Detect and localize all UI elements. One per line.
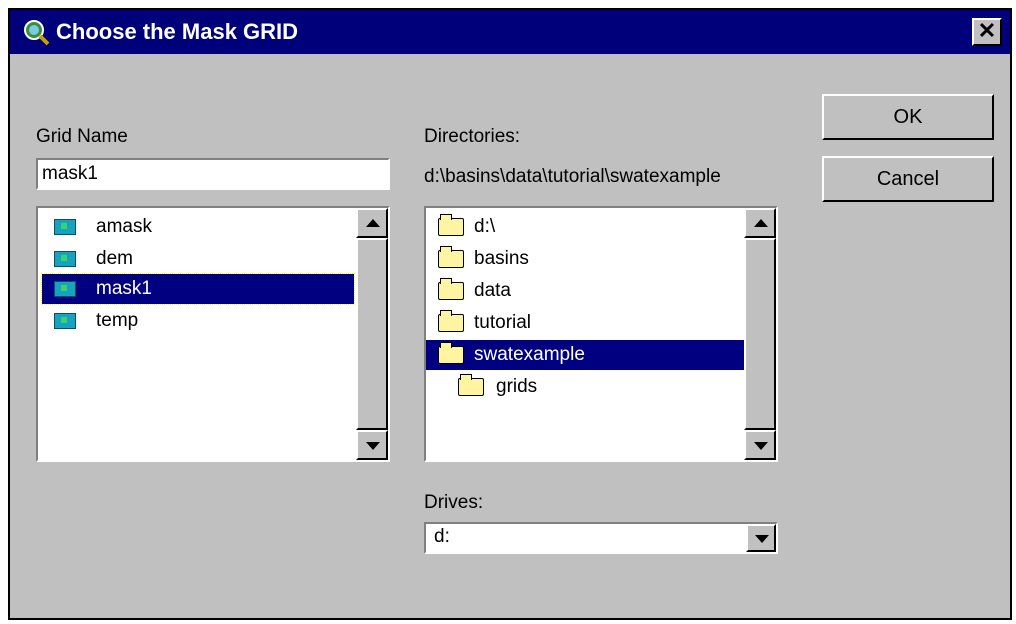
arrow-down-icon xyxy=(754,442,768,450)
dropdown-button[interactable] xyxy=(746,524,776,552)
scroll-up-button[interactable] xyxy=(356,208,388,238)
directory-list-scrollbar[interactable] xyxy=(744,208,776,460)
directory-list-items: d:\ basins data tutorial swatexample gri… xyxy=(426,208,746,460)
scroll-down-button[interactable] xyxy=(356,430,388,460)
grid-item-label: mask1 xyxy=(96,278,152,299)
drives-label: Drives: xyxy=(424,492,484,513)
current-path: d:\basins\data\tutorial\swatexample xyxy=(424,166,721,187)
directory-label: swatexample xyxy=(474,344,585,365)
grid-item-label: amask xyxy=(96,216,152,237)
list-item[interactable]: amask xyxy=(48,212,348,242)
grid-icon xyxy=(54,313,76,329)
cancel-button[interactable]: Cancel xyxy=(822,156,994,202)
grid-list-items: amask dem mask1 temp xyxy=(38,208,356,460)
open-folder-icon xyxy=(438,278,464,300)
close-button[interactable]: ✕ xyxy=(972,18,1002,46)
grid-list[interactable]: amask dem mask1 temp xyxy=(36,206,390,462)
grid-name-value: mask1 xyxy=(42,163,98,184)
choose-mask-grid-dialog: Choose the Mask GRID ✕ Grid Name mask1 a… xyxy=(8,8,1012,620)
open-folder-icon xyxy=(438,246,464,268)
directory-label: tutorial xyxy=(474,312,532,333)
grid-item-label: temp xyxy=(96,310,139,331)
scroll-track[interactable] xyxy=(744,238,776,430)
scroll-track[interactable] xyxy=(356,238,388,430)
arrow-up-icon xyxy=(366,219,380,227)
open-folder-icon xyxy=(438,310,464,332)
grid-name-label: Grid Name xyxy=(36,126,128,147)
list-item[interactable]: temp xyxy=(48,306,348,336)
open-folder-icon xyxy=(438,342,464,364)
directory-label: d:\ xyxy=(474,216,496,237)
dialog-title: Choose the Mask GRID xyxy=(56,19,299,44)
closed-folder-icon xyxy=(458,374,484,396)
open-folder-icon xyxy=(438,214,464,236)
grid-name-input[interactable]: mask1 xyxy=(36,158,390,190)
ok-button[interactable]: OK xyxy=(822,94,994,140)
arrow-up-icon xyxy=(754,219,768,227)
list-item-selected[interactable]: mask1 xyxy=(41,273,355,305)
directories-label: Directories: xyxy=(424,126,521,147)
directory-label: grids xyxy=(496,376,538,397)
grid-icon xyxy=(54,281,76,297)
directory-item-selected[interactable]: swatexample xyxy=(426,340,746,370)
drive-selected-value: d: xyxy=(434,526,450,547)
directory-item[interactable]: tutorial xyxy=(426,308,746,338)
directory-item[interactable]: grids xyxy=(426,372,746,402)
scroll-up-button[interactable] xyxy=(744,208,776,238)
chevron-down-icon xyxy=(755,535,769,543)
list-item[interactable]: dem xyxy=(48,244,348,274)
arrow-down-icon xyxy=(366,442,380,450)
grid-icon xyxy=(54,251,76,267)
grid-list-scrollbar[interactable] xyxy=(356,208,388,460)
drives-dropdown[interactable]: d: xyxy=(424,522,778,554)
directory-label: data xyxy=(474,280,511,301)
directory-list[interactable]: d:\ basins data tutorial swatexample gri… xyxy=(424,206,778,462)
directory-item[interactable]: data xyxy=(426,276,746,306)
close-icon: ✕ xyxy=(977,18,997,43)
scroll-down-button[interactable] xyxy=(744,430,776,460)
directory-item[interactable]: basins xyxy=(426,244,746,274)
directory-item[interactable]: d:\ xyxy=(426,212,746,242)
scroll-thumb[interactable] xyxy=(356,238,388,430)
title-bar[interactable]: Choose the Mask GRID ✕ xyxy=(10,10,1010,54)
grid-icon xyxy=(54,219,76,235)
grid-item-label: dem xyxy=(96,248,133,269)
globe-magnifier-icon xyxy=(24,20,50,46)
directory-label: basins xyxy=(474,248,529,269)
scroll-thumb[interactable] xyxy=(744,238,776,430)
